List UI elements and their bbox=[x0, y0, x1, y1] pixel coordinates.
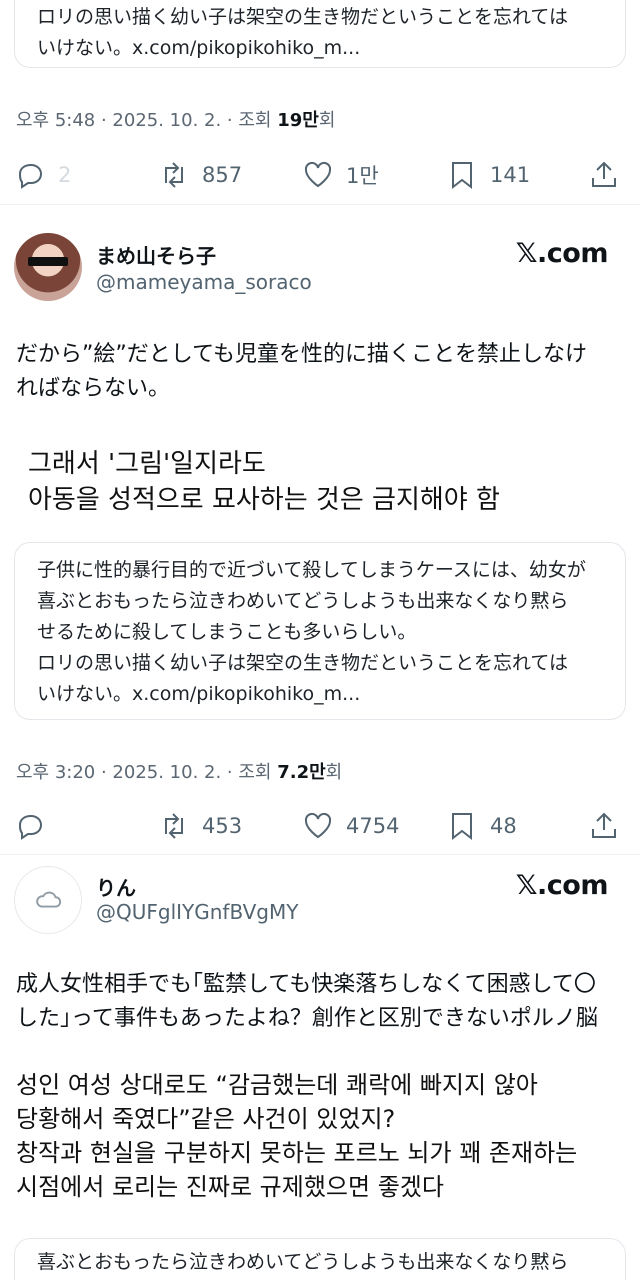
heart-icon bbox=[304, 161, 332, 188]
action-bar: 453 4754 48 bbox=[0, 806, 640, 846]
bookmark-count: 48 bbox=[490, 814, 517, 838]
bookmark-icon bbox=[452, 162, 472, 190]
repost-icon bbox=[165, 162, 183, 188]
sunglasses-icon bbox=[28, 257, 68, 266]
bookmark-button[interactable]: 48 bbox=[446, 806, 517, 846]
avatar[interactable] bbox=[14, 866, 82, 934]
share-button[interactable] bbox=[588, 155, 620, 195]
like-button[interactable]: 1만 bbox=[302, 155, 379, 195]
view-count: 19만 bbox=[277, 110, 319, 131]
reply-button[interactable]: 2 bbox=[14, 155, 71, 195]
avatar[interactable] bbox=[14, 233, 82, 301]
reply-icon bbox=[18, 163, 43, 189]
divider bbox=[0, 854, 640, 855]
repost-count: 857 bbox=[202, 163, 243, 187]
translation-text: 성인 여성 상대로도 “감금했는데 쾌락에 빠지지 않아 당황해서 죽였다”같은… bbox=[16, 1071, 578, 1201]
x-logo: 𝕏.com bbox=[515, 238, 609, 269]
repost-button[interactable]: 857 bbox=[158, 155, 242, 195]
share-button[interactable] bbox=[588, 806, 620, 846]
x-logo: 𝕏.com bbox=[515, 870, 609, 901]
quoted-tweet-card[interactable]: 喜ぶとおもったら泣きわめいてどうしようも出来なくなり黙ら bbox=[14, 1238, 626, 1280]
view-count: 7.2만 bbox=[277, 762, 326, 783]
view-suffix: 회 bbox=[325, 762, 343, 783]
display-name[interactable]: りん bbox=[96, 872, 136, 901]
bookmark-count: 141 bbox=[490, 163, 531, 187]
user-handle[interactable]: @QUFglIYGnfBVgMY bbox=[96, 900, 298, 924]
quoted-tweet-text: 子供に性的暴行目的で近づいて殺してしまうケースには、幼女が 喜ぶとおもったら泣き… bbox=[37, 559, 586, 705]
view-suffix: 회 bbox=[318, 110, 336, 131]
divider bbox=[0, 204, 640, 205]
bookmark-button[interactable]: 141 bbox=[446, 155, 530, 195]
reply-icon bbox=[18, 814, 43, 840]
share-icon bbox=[592, 812, 616, 838]
share-icon bbox=[592, 161, 616, 187]
repost-icon bbox=[165, 813, 183, 839]
timestamp: 오후 5:48 · 2025. 10. 2. · 조회 bbox=[16, 110, 278, 131]
tweet-text: 成人女性相手でも｢監禁しても快楽落ちしなくて困惑して〇 した｣って事件もあったよ… bbox=[16, 972, 598, 1031]
like-button[interactable]: 4754 bbox=[302, 806, 399, 846]
quoted-tweet-card[interactable]: 子供に性的暴行目的で近づいて殺してしまうケースには、幼女が 喜ぶとおもったら泣き… bbox=[14, 542, 626, 720]
quoted-tweet-card[interactable]: ロリの思い描く幼い子は架空の生き物だということを忘れては いけない。x.com/… bbox=[14, 0, 626, 68]
quoted-tweet-text: ロリの思い描く幼い子は架空の生き物だということを忘れては いけない。x.com/… bbox=[37, 6, 569, 59]
repost-button[interactable]: 453 bbox=[158, 806, 242, 846]
reply-button[interactable] bbox=[14, 806, 46, 846]
bookmark-icon bbox=[452, 813, 472, 841]
display-name[interactable]: まめ山そら子 bbox=[96, 240, 216, 269]
action-bar: 2 857 1만 141 bbox=[0, 155, 640, 195]
reply-count: 2 bbox=[58, 163, 72, 187]
tweet-meta: 오후 3:20 · 2025. 10. 2. · 조회 7.2만회 bbox=[16, 758, 342, 784]
like-count: 4754 bbox=[346, 814, 400, 838]
cloud-icon bbox=[36, 891, 62, 908]
tweet-text: だから”絵”だとしても児童を性的に描くことを禁止しなけ ればならない。 bbox=[16, 342, 588, 401]
user-handle[interactable]: @mameyama_soraco bbox=[96, 270, 312, 294]
translation-text: 그래서 '그림'일지라도 아동을 성적으로 묘사하는 것은 금지해야 함 bbox=[28, 449, 500, 515]
timestamp: 오후 3:20 · 2025. 10. 2. · 조회 bbox=[16, 762, 278, 783]
repost-count: 453 bbox=[202, 814, 243, 838]
quoted-tweet-text: 喜ぶとおもったら泣きわめいてどうしようも出来なくなり黙ら bbox=[37, 1251, 569, 1273]
like-count: 1만 bbox=[346, 164, 379, 188]
heart-icon bbox=[304, 812, 332, 839]
tweet-meta: 오후 5:48 · 2025. 10. 2. · 조회 19만회 bbox=[16, 106, 335, 132]
